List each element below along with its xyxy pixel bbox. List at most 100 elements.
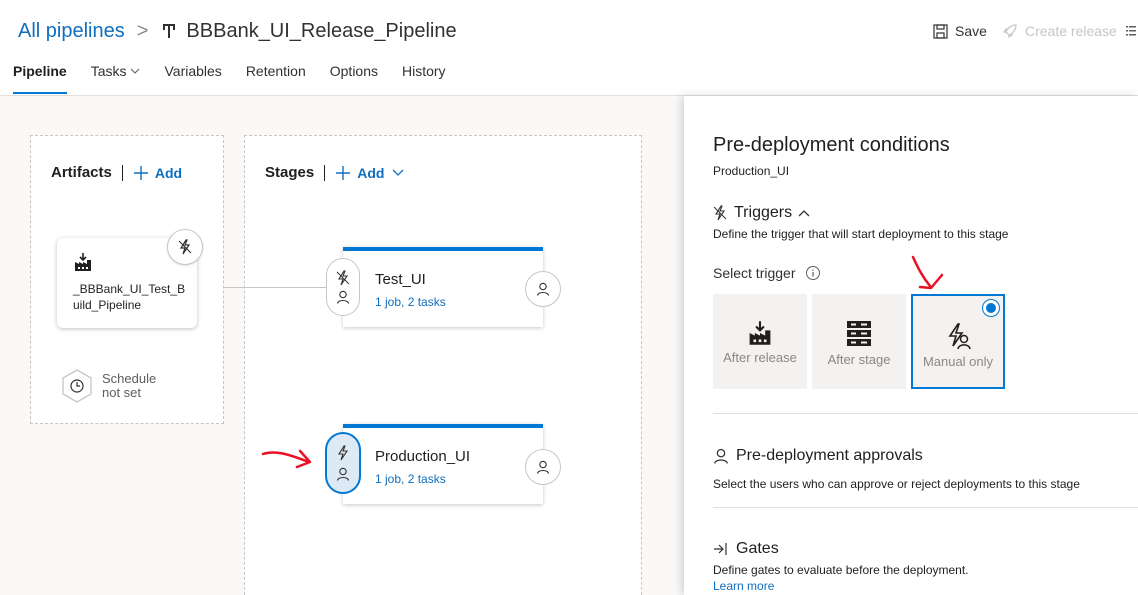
clock-icon (62, 369, 92, 403)
gates-description: Define gates to evaluate before the depl… (713, 563, 969, 577)
page-header: All pipelines > BBBank_UI_Release_Pipeli… (0, 0, 1138, 96)
continuous-deployment-trigger-button[interactable] (167, 229, 203, 265)
chevron-down-icon (131, 68, 140, 74)
create-release-button[interactable]: Create release (1002, 20, 1117, 42)
tab-tasks-label: Tasks (90, 63, 127, 79)
panel-title: Pre-deployment conditions (713, 134, 950, 156)
chevron-down-icon (392, 169, 404, 176)
tab-variables-label: Variables (164, 63, 222, 79)
gates-section-toggle[interactable]: Gates (713, 540, 779, 558)
lightning-icon (336, 270, 350, 285)
breadcrumb-separator: > (136, 19, 149, 42)
tab-pipeline-label: Pipeline (13, 63, 67, 79)
triggers-description: Define the trigger that will start deplo… (713, 227, 1009, 241)
stage-card-production-ui[interactable]: Production_UI 1 job, 2 tasks (343, 424, 543, 504)
artifact-name: _BBBank_UI_Test_Build_Pipeline (73, 282, 186, 312)
trigger-option-label: After release (723, 350, 797, 365)
add-stage-label: Add (357, 164, 385, 181)
schedule-label: Schedule not set (102, 371, 157, 400)
save-label: Save (955, 23, 987, 39)
list-icon (1126, 26, 1136, 36)
stage-tasks-link[interactable]: 1 job, 2 tasks (375, 295, 446, 309)
rocket-icon (1002, 24, 1017, 39)
pipeline-tabs: Pipeline Tasks Variables Retention Optio… (13, 63, 470, 95)
artifacts-heading: Artifacts (51, 164, 112, 181)
person-icon (336, 291, 350, 305)
select-trigger-row: Select trigger (713, 265, 821, 281)
pre-deployment-conditions-panel: Pre-deployment conditions Production_UI … (684, 96, 1138, 595)
person-icon (536, 282, 550, 296)
section-divider (713, 413, 1138, 414)
tab-retention-label: Retention (245, 63, 306, 79)
manual-trigger-icon (948, 323, 971, 350)
select-trigger-label: Select trigger (713, 265, 796, 281)
tab-history-label: History (402, 63, 446, 79)
trigger-option-manual-only[interactable]: Manual only (911, 294, 1005, 389)
build-artifact-icon (749, 321, 771, 345)
plus-icon (133, 165, 148, 180)
artifacts-header: Artifacts Add (51, 164, 182, 181)
radio-dot (986, 303, 996, 313)
trigger-option-label: Manual only (922, 354, 994, 369)
person-icon (536, 460, 550, 474)
more-actions-button[interactable] (1126, 20, 1138, 42)
post-deployment-conditions-test-ui[interactable] (525, 271, 561, 307)
tab-options-label: Options (329, 63, 378, 79)
trigger-option-label: After stage (827, 352, 891, 367)
trigger-option-after-release[interactable]: After release (713, 294, 807, 389)
schedule-trigger[interactable]: Schedule not set (60, 369, 172, 403)
tab-history[interactable]: History (402, 63, 446, 94)
stage-name: Test_UI (375, 271, 426, 288)
selected-radio (982, 299, 1000, 317)
release-pipeline-icon (163, 24, 176, 38)
add-stage-button[interactable]: Add (335, 165, 410, 181)
stage-name: Production_UI (375, 448, 471, 465)
stages-section: Stages Add (244, 135, 642, 595)
tab-retention[interactable]: Retention (246, 63, 306, 94)
save-button[interactable]: Save (933, 20, 987, 42)
create-release-label: Create release (1025, 23, 1117, 39)
stage-tasks-link[interactable]: 1 job, 2 tasks (375, 472, 446, 486)
approvals-description: Select the users who can approve or reje… (713, 477, 1080, 491)
chevron-up-icon (798, 210, 810, 217)
approvals-section-toggle[interactable]: Pre-deployment approvals (713, 447, 923, 465)
info-icon[interactable] (805, 265, 821, 281)
breadcrumb: All pipelines > BBBank_UI_Release_Pipeli… (18, 17, 457, 45)
divider (121, 164, 123, 181)
learn-more-link[interactable]: Learn more (713, 579, 774, 593)
save-icon (933, 23, 948, 39)
approvals-heading: Pre-deployment approvals (736, 447, 923, 464)
lightning-icon (178, 239, 192, 255)
pre-deployment-conditions-production-ui[interactable] (325, 432, 361, 494)
divider (324, 164, 326, 181)
tab-variables[interactable]: Variables (164, 63, 221, 94)
triggers-heading: Triggers (734, 204, 793, 221)
lightning-icon (338, 445, 349, 461)
build-artifact-icon (75, 253, 91, 271)
add-artifact-button[interactable]: Add (133, 165, 182, 181)
tab-options[interactable]: Options (330, 63, 378, 94)
post-deployment-conditions-production-ui[interactable] (525, 449, 561, 485)
breadcrumb-all-pipelines[interactable]: All pipelines (18, 20, 125, 43)
gate-icon (714, 543, 727, 555)
stage-card-test-ui[interactable]: Test_UI 1 job, 2 tasks (343, 247, 543, 327)
stages-heading: Stages (265, 164, 315, 181)
section-divider (713, 507, 1138, 508)
panel-stage-name: Production_UI (713, 164, 790, 178)
pipeline-title: BBBank_UI_Release_Pipeline (186, 19, 457, 42)
server-stack-icon (847, 321, 871, 346)
gates-heading: Gates (736, 540, 779, 557)
annotation-arrow-icon (911, 255, 944, 290)
add-artifact-label: Add (154, 164, 183, 181)
annotation-arrow-icon (261, 449, 312, 469)
triggers-section-toggle[interactable]: Triggers (713, 204, 817, 222)
tab-pipeline[interactable]: Pipeline (13, 63, 67, 94)
tab-tasks[interactable]: Tasks (91, 63, 141, 94)
person-icon (336, 467, 350, 481)
person-icon (714, 448, 728, 464)
plus-icon (336, 165, 351, 180)
trigger-option-after-stage[interactable]: After stage (812, 294, 906, 389)
pre-deployment-conditions-test-ui[interactable] (326, 258, 360, 316)
pipeline-canvas: Artifacts Add Stages Add _BBBank_UI_Test… (0, 96, 684, 595)
stages-header: Stages Add (265, 164, 410, 181)
